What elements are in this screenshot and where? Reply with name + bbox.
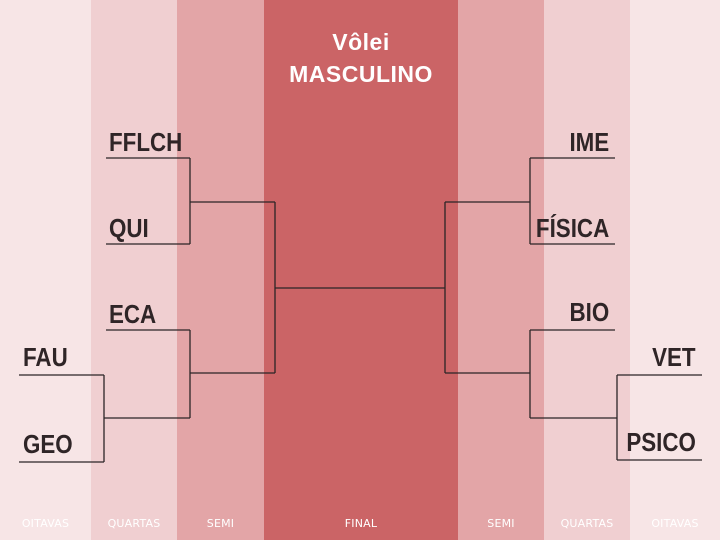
team-ime: IME: [569, 127, 609, 157]
team-qui: QUI: [109, 213, 149, 243]
team-geo: GEO: [23, 429, 73, 459]
team-psico: PSICO: [626, 427, 696, 457]
team-bio: BIO: [569, 297, 609, 327]
connector-ime-fisica: [445, 158, 531, 244]
connector-vet-psico: [530, 375, 618, 460]
team-fau: FAU: [23, 342, 68, 372]
connector-fflch-qui: [189, 158, 275, 244]
connector-eca-winner: [189, 330, 275, 418]
team-fflch: FFLCH: [109, 127, 183, 157]
team-fisica: FÍSICA: [535, 213, 609, 243]
connector-bio-winner: [445, 330, 531, 418]
connector-fau-geo: [103, 375, 190, 462]
team-eca: ECA: [109, 299, 157, 329]
team-vet: VET: [652, 342, 696, 372]
bracket-lines: [19, 157, 702, 463]
